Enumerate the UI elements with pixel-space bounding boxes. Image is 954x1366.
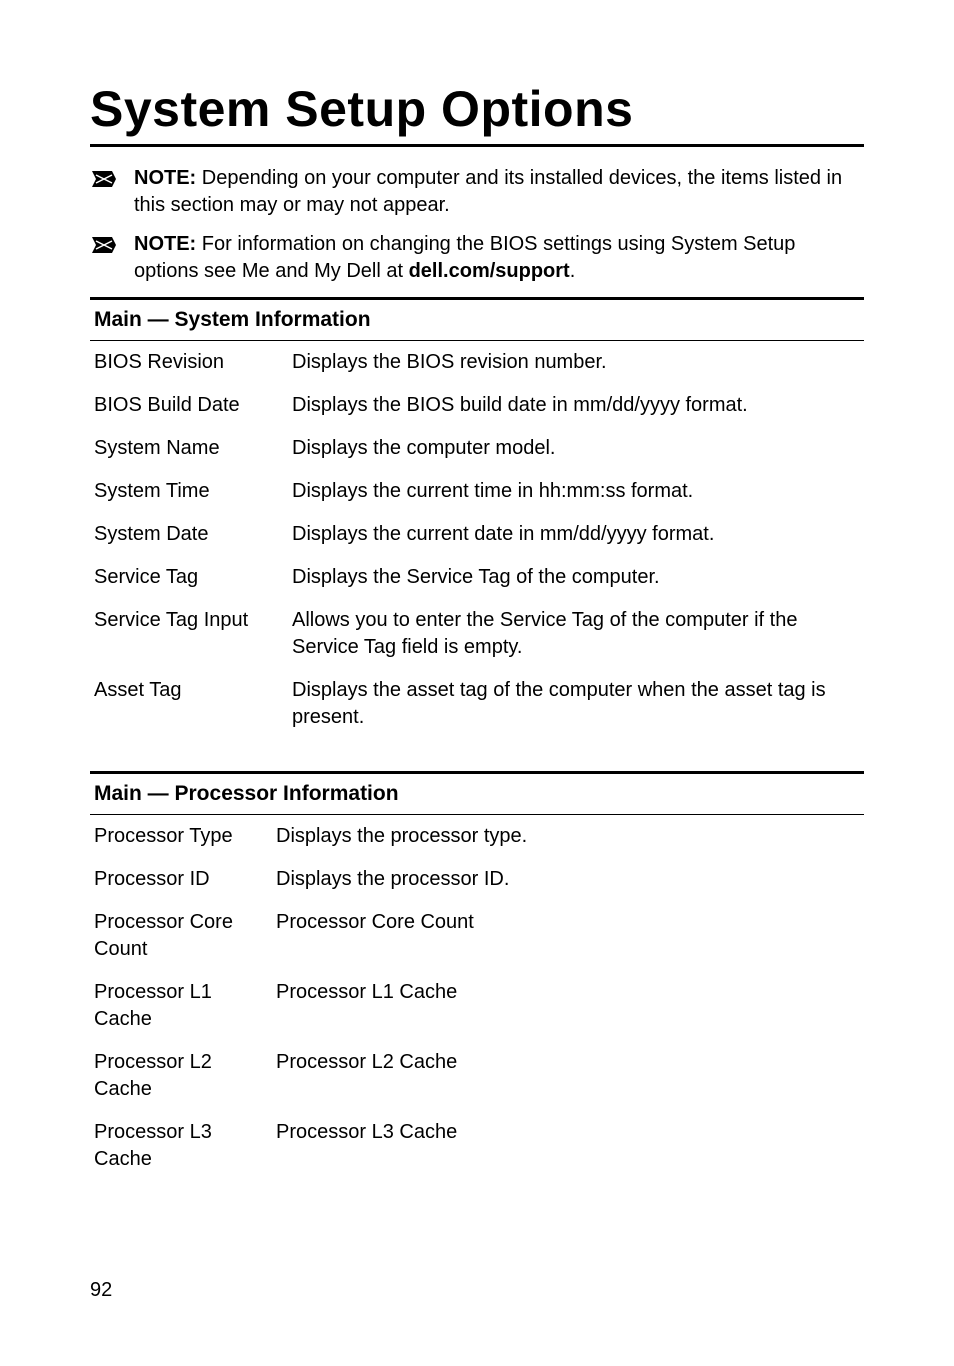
note-row: NOTE: For information on changing the BI… [90, 231, 864, 285]
row-val: Displays the current date in mm/dd/yyyy … [292, 521, 860, 548]
table-row: System Date Displays the current date in… [90, 513, 864, 556]
row-val: Displays the computer model. [292, 435, 860, 462]
note-text: NOTE: For information on changing the BI… [134, 231, 864, 285]
note-body: Depending on your computer and its insta… [134, 167, 842, 216]
note-body-after: . [570, 260, 576, 282]
row-val: Displays the BIOS build date in mm/dd/yy… [292, 392, 860, 419]
table-row: Processor L2 Cache Processor L2 Cache [90, 1041, 864, 1111]
row-key: Processor ID [94, 866, 264, 893]
table-row: Processor Core Count Processor Core Coun… [90, 901, 864, 971]
table-row: Processor L1 Cache Processor L1 Cache [90, 971, 864, 1041]
note-label: NOTE: [134, 167, 196, 189]
row-key: System Time [94, 478, 280, 505]
table-row: BIOS Build Date Displays the BIOS build … [90, 384, 864, 427]
row-key: System Name [94, 435, 280, 462]
row-key: Processor Core Count [94, 909, 264, 963]
table-row: System Time Displays the current time in… [90, 470, 864, 513]
page-title: System Setup Options [90, 80, 864, 147]
row-val: Displays the processor ID. [276, 866, 860, 893]
row-val: Processor Core Count [276, 909, 860, 963]
note-icon [90, 233, 118, 257]
table-system-information: BIOS Revision Displays the BIOS revision… [90, 341, 864, 739]
row-val: Displays the asset tag of the computer w… [292, 677, 860, 731]
row-val: Displays the processor type. [276, 823, 860, 850]
row-key: BIOS Revision [94, 349, 280, 376]
table-row: BIOS Revision Displays the BIOS revision… [90, 341, 864, 384]
section-header-system-information: Main — System Information [90, 297, 864, 341]
row-key: Processor L3 Cache [94, 1119, 264, 1173]
row-key: Asset Tag [94, 677, 280, 731]
row-key: BIOS Build Date [94, 392, 280, 419]
row-val: Displays the current time in hh:mm:ss fo… [292, 478, 860, 505]
page-number: 92 [90, 1279, 112, 1302]
row-val: Processor L2 Cache [276, 1049, 860, 1103]
note-icon [90, 167, 118, 191]
section-header-processor-information: Main — Processor Information [90, 771, 864, 815]
note-body-bold: dell.com/support [409, 260, 570, 282]
row-val: Allows you to enter the Service Tag of t… [292, 607, 860, 661]
row-key: Processor Type [94, 823, 264, 850]
row-key: Service Tag Input [94, 607, 280, 661]
table-row: Service Tag Displays the Service Tag of … [90, 556, 864, 599]
note-text: NOTE: Depending on your computer and its… [134, 165, 864, 219]
row-val: Displays the BIOS revision number. [292, 349, 860, 376]
table-row: Asset Tag Displays the asset tag of the … [90, 669, 864, 739]
row-val: Processor L3 Cache [276, 1119, 860, 1173]
row-key: Service Tag [94, 564, 280, 591]
row-val: Processor L1 Cache [276, 979, 860, 1033]
table-row: Processor ID Displays the processor ID. [90, 858, 864, 901]
table-processor-information: Processor Type Displays the processor ty… [90, 815, 864, 1181]
table-row: Processor L3 Cache Processor L3 Cache [90, 1111, 864, 1181]
row-key: Processor L1 Cache [94, 979, 264, 1033]
table-row: Processor Type Displays the processor ty… [90, 815, 864, 858]
row-key: System Date [94, 521, 280, 548]
table-row: Service Tag Input Allows you to enter th… [90, 599, 864, 669]
table-row: System Name Displays the computer model. [90, 427, 864, 470]
note-label: NOTE: [134, 233, 196, 255]
row-key: Processor L2 Cache [94, 1049, 264, 1103]
row-val: Displays the Service Tag of the computer… [292, 564, 860, 591]
note-row: NOTE: Depending on your computer and its… [90, 165, 864, 219]
